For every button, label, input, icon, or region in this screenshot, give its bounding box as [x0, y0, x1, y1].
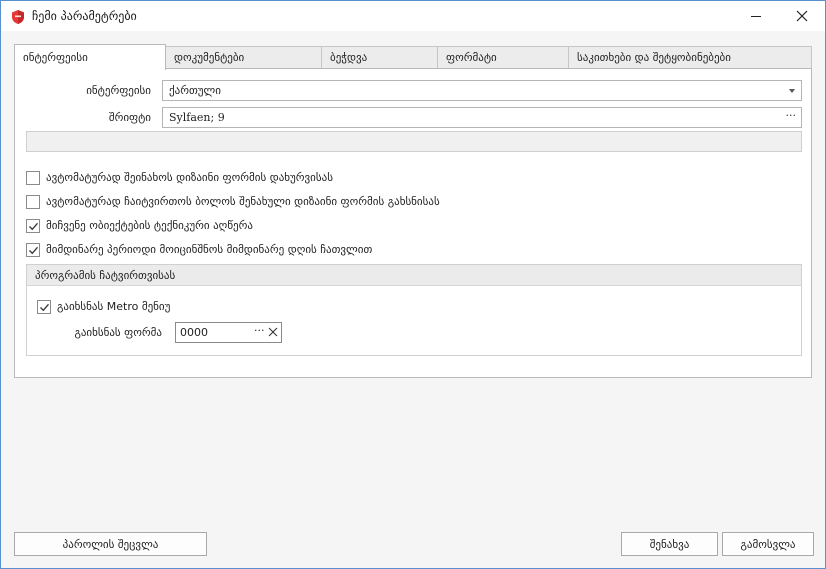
font-label: შრიფტი — [108, 111, 151, 124]
minimize-button[interactable] — [733, 1, 779, 31]
tab-messages[interactable]: საკითხები და შეტყობინებები — [568, 46, 812, 69]
checkmark-icon — [40, 303, 49, 312]
clear-icon[interactable] — [268, 327, 278, 340]
checkbox[interactable] — [26, 171, 40, 185]
interface-language-select[interactable]: ქართული — [162, 80, 802, 101]
tab-format[interactable]: ფორმატი — [437, 46, 569, 69]
tab-strip: ინტერფეისი დოკუმენტები ბეჭდვა ფორმატი სა… — [14, 44, 812, 70]
checkbox[interactable] — [26, 195, 40, 209]
checkbox[interactable] — [26, 219, 40, 233]
open-form-label: გაიხსნას ფორმა — [74, 326, 162, 339]
font-browse-ellipsis-icon[interactable]: ··· — [786, 109, 797, 122]
minimize-icon — [751, 16, 761, 17]
tab-printing[interactable]: ბეჭდვა — [321, 46, 438, 69]
window-title: ჩემი პარამეტრები — [32, 9, 137, 23]
checkmark-icon — [29, 246, 38, 255]
change-password-button[interactable]: პაროლის შეცვლა — [14, 532, 207, 556]
checkbox[interactable] — [37, 300, 51, 314]
checkmark-icon — [29, 222, 38, 231]
save-button[interactable]: შენახვა — [621, 532, 718, 556]
font-field[interactable]: Sylfaen; 9 ··· — [162, 107, 802, 128]
interface-label: ინტერფეისი — [86, 84, 151, 97]
font-preview-area — [26, 131, 802, 152]
close-button[interactable] — [779, 1, 825, 31]
title-bar: ჩემი პარამეტრები — [1, 1, 825, 31]
startup-group-title: პროგრამის ჩატვირთვისას — [27, 265, 801, 286]
close-icon — [796, 10, 808, 22]
settings-window: ჩემი პარამეტრები ინტერფეისი დოკუმენტები … — [0, 0, 826, 569]
tab-interface[interactable]: ინტერფეისი — [14, 44, 166, 70]
tab-documents[interactable]: დოკუმენტები — [165, 46, 322, 69]
form-browse-ellipsis-icon[interactable]: ··· — [254, 324, 265, 337]
exit-button[interactable]: გამოსვლა — [722, 532, 814, 556]
open-form-field[interactable]: 0000 ··· — [175, 322, 282, 343]
app-shield-icon — [10, 9, 26, 25]
checkbox[interactable] — [26, 243, 40, 257]
dropdown-arrow-icon — [789, 89, 795, 93]
